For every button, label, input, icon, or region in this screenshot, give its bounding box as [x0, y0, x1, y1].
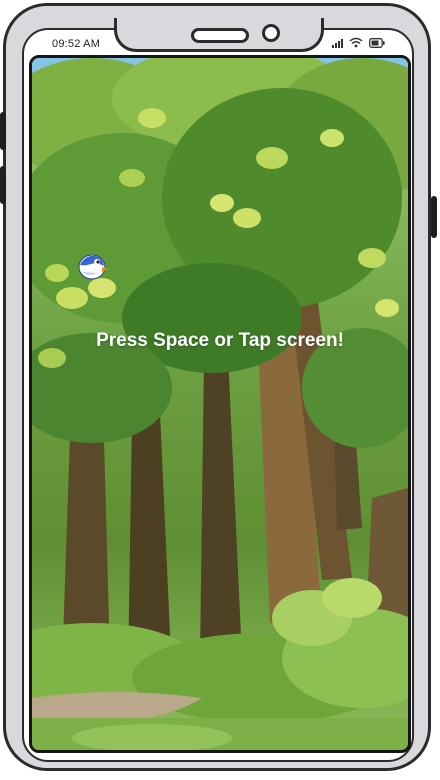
wifi-icon: [349, 37, 363, 48]
forest-background: [32, 58, 408, 750]
start-prompt: Press Space or Tap screen!: [96, 330, 344, 351]
signal-icon: [332, 38, 343, 48]
status-icons: [332, 37, 385, 48]
volume-up-button: [0, 112, 6, 150]
game-canvas[interactable]: Press Space or Tap screen!: [29, 55, 411, 753]
notch: [114, 18, 324, 52]
speaker-grille: [191, 28, 249, 43]
front-camera: [262, 24, 280, 42]
status-time: 09:52 AM: [52, 38, 101, 50]
power-button: [431, 196, 437, 238]
bird-player-icon: [77, 251, 109, 281]
battery-icon: [369, 37, 385, 48]
volume-down-button: [0, 166, 6, 204]
